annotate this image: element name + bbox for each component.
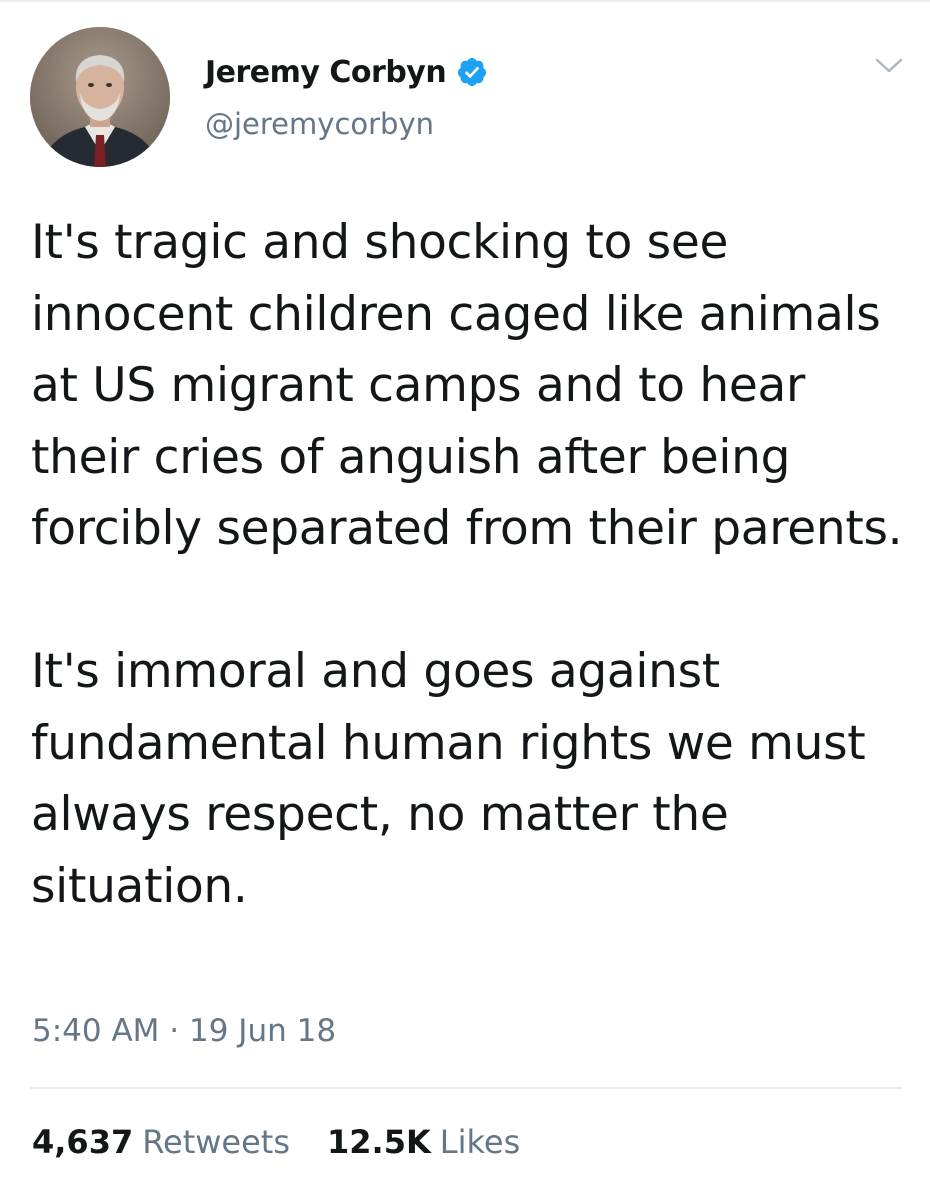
author-name-row[interactable]: Jeremy Corbyn (205, 52, 488, 92)
tweet-time: 5:40 AM (32, 1013, 160, 1049)
top-divider (0, 0, 930, 2)
likes-stat[interactable]: 12.5K Likes (327, 1123, 520, 1161)
avatar-image (30, 27, 170, 167)
author-handle[interactable]: @jeremycorbyn (205, 107, 434, 141)
verified-badge-icon (456, 56, 488, 88)
avatar[interactable] (30, 27, 170, 167)
tweet-paragraph: It's immoral and goes against fundamenta… (31, 644, 866, 914)
tweet-date: 19 Jun 18 (189, 1013, 337, 1049)
author-display-name[interactable]: Jeremy Corbyn (205, 55, 447, 90)
tweet-stats: 4,637 Retweets 12.5K Likes (32, 1123, 557, 1161)
chevron-down-icon[interactable] (872, 52, 906, 78)
tweet-timestamp[interactable]: 5:40 AM · 19 Jun 18 (32, 1013, 336, 1049)
tweet-text: It's tragic and shocking to see innocent… (31, 207, 911, 922)
tweet-paragraph: It's tragic and shocking to see innocent… (31, 215, 903, 556)
timestamp-separator: · (169, 1013, 180, 1049)
stats-divider (30, 1087, 902, 1089)
likes-count: 12.5K (327, 1123, 431, 1161)
retweets-stat[interactable]: 4,637 Retweets (32, 1123, 290, 1161)
likes-label: Likes (439, 1123, 521, 1161)
retweets-label: Retweets (142, 1123, 291, 1161)
retweets-count: 4,637 (32, 1123, 134, 1161)
